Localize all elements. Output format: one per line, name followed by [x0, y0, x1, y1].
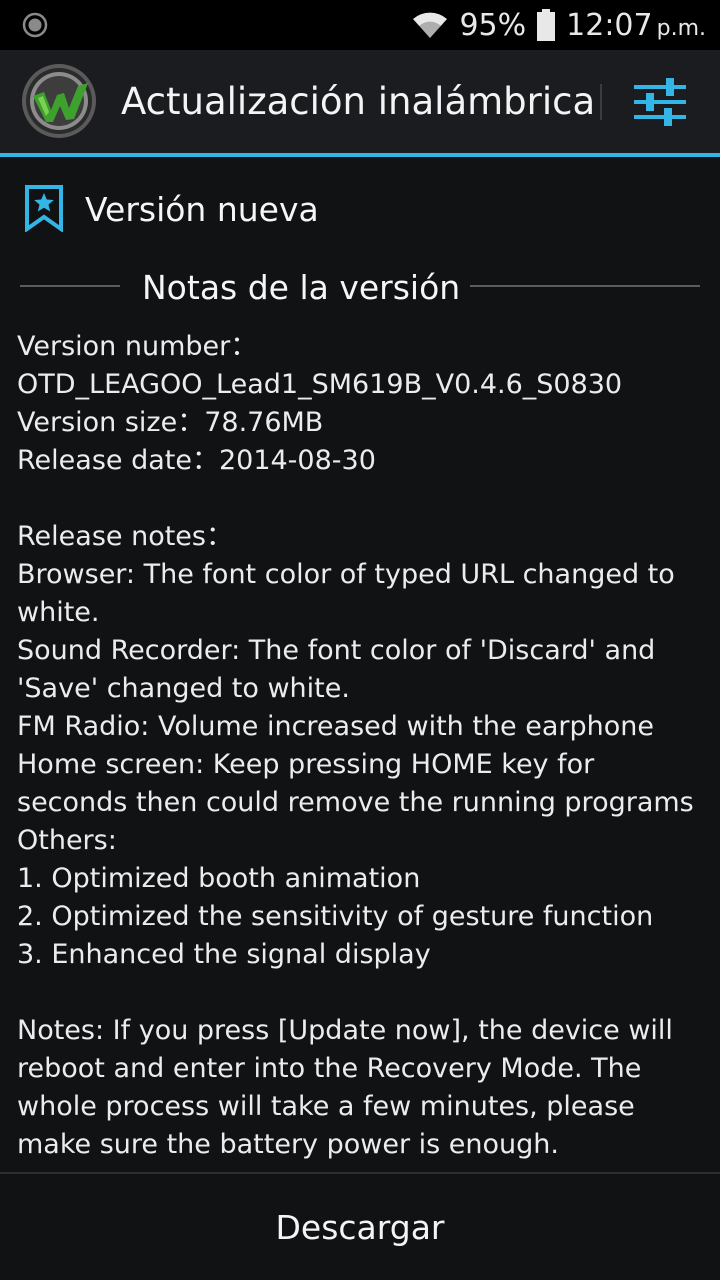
- status-bar: 95% 12:07 p.m.: [0, 0, 720, 50]
- notes-line: OTD_LEAGOO_Lead1_SM619B_V0.4.6_S0830: [17, 369, 623, 400]
- section-divider-left: [20, 285, 120, 287]
- version-header-label: Versión nueva: [85, 190, 319, 229]
- notes-line: Notes: If you press [Update now], the de…: [17, 1015, 673, 1046]
- clock-time: 12:07: [566, 7, 653, 43]
- notification-circle-icon: [22, 12, 48, 38]
- notes-line: Version size：78.76MB: [17, 407, 324, 438]
- clock: 12:07 p.m.: [566, 8, 706, 43]
- wifi-icon: [413, 12, 448, 38]
- battery-percent: 95%: [459, 7, 527, 43]
- notes-line: Home screen: Keep pressing HOME key for: [17, 749, 595, 780]
- version-header: Versión nueva: [0, 180, 720, 240]
- notes-line: FM Radio: Volume increased with the earp…: [17, 711, 654, 742]
- section-divider-right: [470, 285, 700, 287]
- notes-line: Version number：: [17, 331, 258, 362]
- notes-line: [17, 974, 707, 1012]
- notes-line: make sure the battery power is enough.: [17, 1129, 559, 1160]
- notes-line: 'Save' changed to white.: [17, 673, 350, 704]
- download-button[interactable]: Descargar: [0, 1174, 720, 1280]
- notes-line: white.: [17, 597, 100, 628]
- battery-icon: [537, 9, 556, 41]
- clock-suffix: p.m.: [656, 15, 706, 41]
- notes-line: Release notes：: [17, 521, 233, 552]
- release-notes-header: Notas de la versión: [0, 262, 720, 314]
- page-title: Actualización inalámbrica: [121, 80, 596, 123]
- notes-line: 3. Enhanced the signal display: [17, 939, 431, 970]
- settings-sliders-icon[interactable]: [632, 74, 688, 130]
- download-button-label: Descargar: [275, 1207, 445, 1247]
- notes-line: Others:: [17, 825, 117, 856]
- notes-line: Browser: The font color of typed URL cha…: [17, 559, 675, 590]
- status-indicators: 95% 12:07 p.m.: [411, 0, 706, 50]
- app-logo-icon[interactable]: [20, 62, 98, 140]
- action-bar-divider: [600, 84, 602, 120]
- notes-line: 2. Optimized the sensitivity of gesture …: [17, 901, 654, 932]
- action-bar-accent-line: [0, 153, 720, 157]
- notes-line: reboot and enter into the Recovery Mode.…: [17, 1053, 642, 1084]
- bookmark-star-icon: [25, 185, 63, 232]
- notes-line: seconds then could remove the running pr…: [17, 787, 694, 818]
- notes-line: Sound Recorder: The font color of 'Disca…: [17, 635, 656, 666]
- notes-line: [17, 480, 707, 518]
- notes-line: 1. Optimized booth animation: [17, 863, 421, 894]
- release-notes-body: Version number： OTD_LEAGOO_Lead1_SM619B_…: [17, 328, 707, 1164]
- action-bar: Actualización inalámbrica: [0, 50, 720, 154]
- notes-line: whole process will take a few minutes, p…: [17, 1091, 635, 1122]
- release-notes-title: Notas de la versión: [142, 268, 461, 307]
- notes-line: Release date：2014-08-30: [17, 445, 376, 476]
